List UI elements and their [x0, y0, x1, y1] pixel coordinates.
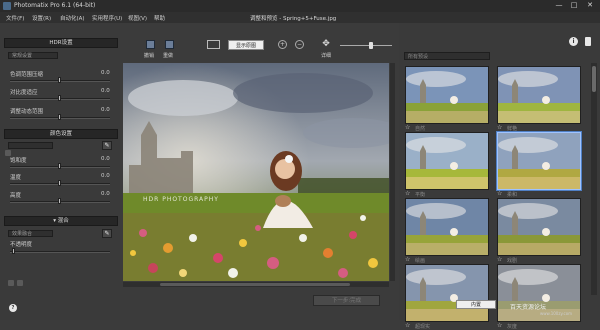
slider-thumb[interactable] — [12, 248, 15, 254]
preset-label: 戏剧 — [507, 258, 518, 264]
favorite-star-icon[interactable]: ☆ — [405, 322, 410, 329]
menu-bar: 文件(F) 设置(R) 自动化(A) 实用程序(U) 视图(V) 帮助 调整和预… — [0, 12, 600, 23]
slider-value: 0.0 — [101, 107, 110, 113]
menu-file[interactable]: 文件(F) — [6, 14, 24, 22]
favorite-star-icon[interactable]: ☆ — [405, 190, 410, 197]
color-preset-select[interactable] — [8, 142, 53, 149]
slider-label: 高度 — [10, 193, 22, 199]
slider-thumb[interactable] — [58, 180, 61, 186]
vertical-scrollbar[interactable] — [390, 63, 395, 281]
done-button[interactable]: 下一步:完成 — [313, 295, 380, 306]
preset-label: 绘画 — [415, 258, 426, 264]
builtin-presets-button[interactable]: 内置 — [456, 300, 496, 309]
slider-thumb[interactable] — [58, 163, 61, 169]
favorite-star-icon[interactable]: ☆ — [405, 256, 410, 263]
slider-thumb[interactable] — [58, 114, 61, 120]
slider-thumb[interactable] — [58, 198, 61, 204]
info-icon[interactable]: i — [569, 37, 578, 46]
preset-thumbnail[interactable] — [405, 198, 489, 256]
close-button[interactable]: ✕ — [583, 1, 597, 10]
favorite-star-icon[interactable]: ☆ — [497, 322, 502, 329]
preset-thumbnail[interactable] — [405, 264, 489, 322]
favorite-star-icon[interactable]: ☆ — [405, 124, 410, 131]
slider-track[interactable] — [10, 251, 110, 253]
phone-icon[interactable] — [585, 37, 591, 46]
favorite-star-icon[interactable]: ☆ — [497, 124, 502, 131]
favorite-star-icon[interactable]: ☆ — [497, 256, 502, 263]
preset-thumbnail[interactable] — [497, 66, 581, 124]
presets-scroll-thumb[interactable] — [592, 66, 596, 92]
method-select[interactable]: 常规设置 — [8, 52, 58, 59]
zoom-slider-thumb[interactable] — [369, 42, 373, 49]
menu-utilities[interactable]: 实用程序(U) — [92, 14, 122, 22]
photo: HDR PHOTOGRAPHY — [123, 63, 389, 281]
minimize-button[interactable]: — — [552, 1, 566, 10]
slider-thumb[interactable] — [58, 77, 61, 83]
preset-filter-select[interactable]: 所有预设 — [404, 52, 490, 60]
preset-label: 平衡 — [415, 192, 426, 198]
preset-label: 柔和 — [507, 192, 518, 198]
zoom-slider-track[interactable] — [340, 45, 392, 46]
slider-value: 0.0 — [101, 191, 110, 197]
preset-thumbnail[interactable] — [497, 198, 581, 256]
section-header-color[interactable]: 颜色设置 — [4, 129, 118, 139]
preset-label: 超现实 — [415, 324, 431, 330]
split-view-icon[interactable] — [207, 40, 220, 49]
preset-thumbnail[interactable] — [497, 132, 581, 190]
help-icon[interactable]: ? — [9, 304, 17, 312]
redo-label: 重做 — [163, 53, 174, 59]
preset-label: 灰度 — [507, 324, 518, 330]
slider-value: 0.0 — [101, 156, 110, 162]
redo-icon[interactable] — [165, 40, 174, 49]
horizontal-scroll-thumb[interactable] — [160, 283, 350, 286]
section-header-hdr[interactable]: HDR设置 — [4, 38, 118, 48]
slider-label: 对比度适应 — [10, 90, 38, 96]
photo-watermark: HDR PHOTOGRAPHY — [143, 196, 219, 203]
slider-label: 色调范围压缩 — [10, 72, 44, 78]
preset-thumbnail[interactable] — [405, 132, 489, 190]
slider-value: 0.0 — [101, 70, 110, 76]
slider-value: 0.0 — [101, 88, 110, 94]
zoom-out-icon[interactable]: − — [295, 40, 304, 49]
section-header-blend[interactable]: ▾ 混合 — [4, 216, 118, 226]
loupe-icon[interactable]: ✥ — [321, 39, 331, 49]
slider-label: 温度 — [10, 175, 22, 181]
brush-button[interactable]: ✎ — [102, 141, 112, 150]
blend-preset-select[interactable]: 效果融合 — [8, 230, 53, 237]
loupe-label: 详细 — [321, 53, 332, 59]
slider-value: 0.0 — [101, 173, 110, 179]
zoom-in-icon[interactable]: + — [278, 40, 287, 49]
menu-automate[interactable]: 自动化(A) — [60, 14, 85, 22]
document-title: 调整和预览 - Spring+5+Fuse.jpg — [250, 15, 337, 22]
slider-thumb[interactable] — [58, 95, 61, 101]
undo-icon[interactable] — [8, 280, 14, 286]
menu-view[interactable]: 视图(V) — [128, 14, 147, 22]
presets-scrollbar[interactable] — [591, 63, 597, 295]
slider-label: 不透明度 — [10, 242, 33, 248]
preset-label: 自然 — [415, 126, 426, 132]
app-icon — [3, 2, 11, 10]
menu-help[interactable]: 帮助 — [154, 14, 165, 22]
site-watermark-url: www.100zy.com — [540, 311, 573, 316]
menu-settings[interactable]: 设置(R) — [32, 14, 51, 22]
preset-thumbnail[interactable] — [405, 66, 489, 124]
redo-icon[interactable] — [17, 280, 23, 286]
undo-label: 撤销 — [144, 53, 155, 59]
show-original-button[interactable]: 显示原图 — [228, 40, 264, 50]
favorite-star-icon[interactable]: ☆ — [497, 190, 502, 197]
image-preview[interactable]: HDR PHOTOGRAPHY — [123, 63, 389, 281]
slider-label: 饱和度 — [10, 158, 27, 164]
preset-label: 鲜艳 — [507, 126, 518, 132]
slider-label: 调整动态范围 — [10, 109, 44, 115]
undo-icon[interactable] — [146, 40, 155, 49]
maximize-button[interactable]: □ — [567, 1, 581, 10]
app-title: Photomatix Pro 6.1 (64-bit) — [14, 2, 96, 9]
brush-button[interactable]: ✎ — [102, 229, 112, 238]
settings-panel — [0, 23, 120, 320]
site-watermark: 百天资源论坛 — [510, 304, 547, 311]
